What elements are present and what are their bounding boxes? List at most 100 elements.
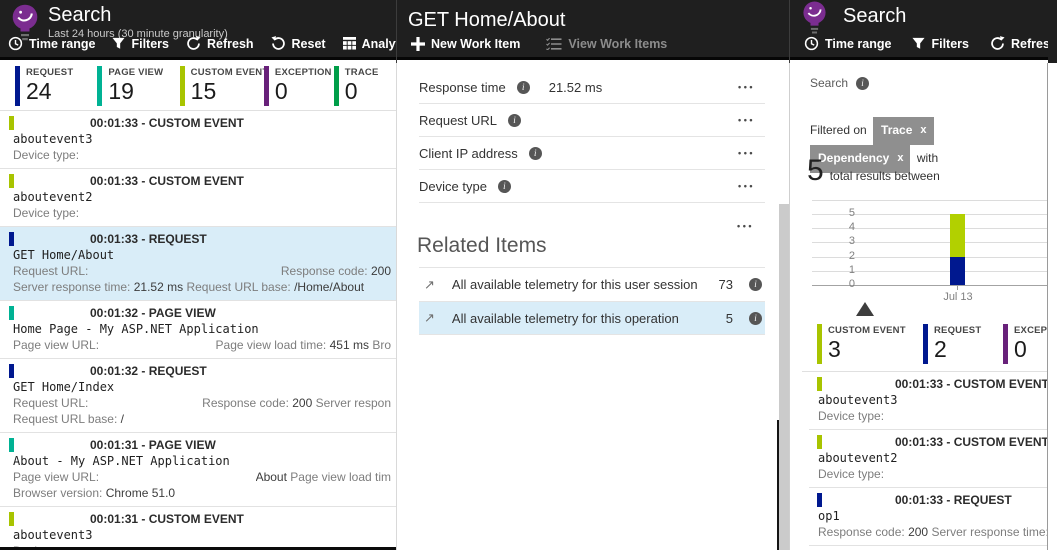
info-icon[interactable] [749, 278, 762, 291]
telemetry-item[interactable]: 00:01:33 - CUSTOM EVENT aboutevent3 Device… [809, 372, 1048, 430]
toolbar-refresh[interactable]: Refresh [186, 36, 254, 51]
toolbar-filters[interactable]: Filters [912, 37, 969, 51]
clock-icon [8, 36, 23, 51]
telemetry-item[interactable]: 00:01:33 - REQUEST op1 Response code: 200 … [809, 488, 1048, 546]
related-item-row[interactable]: ↗ All available telemetry for this operat… [419, 301, 765, 335]
info-icon[interactable] [856, 76, 870, 90]
count-tile-exception[interactable]: EXCEPTION0 [1003, 324, 1048, 364]
refresh-icon [990, 36, 1005, 51]
info-icon[interactable] [516, 80, 530, 94]
item-detail-row: Request URL base: / [0, 411, 391, 427]
remove-filter-icon[interactable]: x [920, 119, 926, 142]
count-value: 0 [344, 78, 358, 104]
chart-x-label: Jul 13 [943, 291, 973, 303]
telemetry-item[interactable] [809, 546, 1048, 550]
more-options-icon[interactable]: ••• [738, 148, 755, 158]
telemetry-item[interactable]: 00:01:32 - REQUEST GET Home/Index Request … [0, 359, 397, 433]
count-value: 2 [934, 336, 947, 362]
detail-label: Request URL: [13, 396, 89, 410]
detail-label: Request URL: [13, 264, 89, 278]
more-options-icon[interactable]: ••• [738, 115, 755, 125]
more-options-icon[interactable]: ••• [738, 82, 755, 92]
detail-left: Request URL: [13, 395, 88, 411]
item-detail-row: Device type: [0, 205, 391, 221]
info-icon[interactable] [508, 113, 522, 127]
property-row-device-type: Device type ••• [419, 170, 765, 203]
info-icon[interactable] [749, 311, 762, 325]
type-color-bar [9, 364, 14, 378]
detail-left: Request URL base: / [13, 411, 124, 427]
chart-bar-request[interactable] [950, 256, 965, 285]
count-label: REQUEST [26, 67, 74, 78]
info-icon[interactable] [528, 146, 542, 160]
telemetry-item[interactable]: 00:01:31 - CUSTOM EVENTaboutevent3Device… [0, 507, 397, 550]
toolbar-refresh[interactable]: Refresh [990, 36, 1048, 51]
item-name: aboutevent3 [13, 132, 93, 146]
detail-value: 451 ms [329, 338, 369, 352]
count-label: EXCEPTION [274, 67, 332, 78]
total-results-count: 5 [807, 154, 824, 187]
more-options-icon[interactable]: ••• [738, 181, 755, 191]
item-name: GET Home/About [13, 248, 115, 262]
chart-bar-custom-event[interactable] [950, 214, 965, 257]
blade-header: Search Last 24 hours (30 minute granular… [0, 0, 397, 60]
telemetry-item[interactable]: 00:01:33 - CUSTOM EVENT aboutevent2 Device… [809, 430, 1048, 488]
funnel-icon [912, 37, 926, 50]
telemetry-item[interactable]: 00:01:33 - CUSTOM EVENT aboutevent2 Device… [0, 169, 397, 227]
clock-icon [804, 36, 819, 51]
toolbar-new-work-item[interactable]: New Work Item [411, 37, 520, 51]
item-detail-row: Browser version: Chrome 51.0 [0, 485, 391, 501]
detail-label: Server response time: [931, 525, 1048, 539]
funnel-icon [112, 37, 126, 50]
next-blade-sliver [1048, 63, 1057, 550]
count-tile-custom-event[interactable]: CUSTOM EVENT 3 [817, 324, 923, 364]
telemetry-item[interactable]: 00:01:32 - PAGE VIEW Home Page - My ASP.N… [0, 301, 397, 359]
filter-chip-trace[interactable]: Trace x [873, 117, 934, 145]
count-tile-page-view[interactable]: PAGE VIEW 19 [97, 66, 179, 106]
property-label: Request URL [419, 112, 498, 128]
telemetry-item[interactable]: 00:01:33 - CUSTOM EVENT aboutevent3 Device… [0, 111, 397, 169]
toolbar-analytics[interactable]: Analytics [342, 37, 397, 51]
item-detail-row: Device type: [809, 408, 1048, 424]
property-label: Client IP address [419, 145, 518, 161]
count-tile-exception[interactable]: EXCEPTION0 [263, 66, 334, 106]
property-row-request-url: Request URL ••• [419, 104, 765, 137]
related-item-row[interactable]: ↗ All available telemetry for this user s… [419, 267, 765, 301]
related-items-heading: Related Items [417, 234, 547, 257]
triangle-up-icon[interactable] [856, 302, 874, 316]
property-label: Response time [419, 79, 506, 95]
telemetry-item[interactable]: 00:01:31 - PAGE VIEW About - My ASP.NET A… [0, 433, 397, 507]
toolbar-reset[interactable]: Reset [271, 36, 326, 51]
item-header: 00:01:33 - REQUEST [90, 232, 207, 246]
telemetry-item[interactable]: 00:01:33 - REQUEST GET Home/About Request … [0, 227, 397, 301]
item-header: 00:01:33 - CUSTOM EVENT [90, 116, 244, 130]
info-icon[interactable] [497, 179, 511, 193]
item-detail-row: Device type: [809, 466, 1048, 482]
toolbar-item-label: Refresh [206, 36, 254, 51]
detail-left: Device type: [818, 466, 884, 482]
analytics-icon [342, 37, 356, 50]
detail-label: Page view URL: [13, 470, 100, 484]
chart-y-tick-label: 2 [848, 249, 855, 262]
count-label: CUSTOM EVENT [828, 325, 906, 336]
toolbar-time-range[interactable]: Time range [804, 36, 891, 51]
toolbar-view-work-items[interactable]: View Work Items [546, 37, 667, 51]
count-tile-trace[interactable]: TRACE 0 [333, 66, 397, 106]
telemetry-result-list: 00:01:33 - CUSTOM EVENT aboutevent3 Device… [809, 372, 1048, 550]
item-detail-row: Request URL: Response code: 200 Server re… [0, 395, 391, 411]
header-divider [396, 0, 397, 63]
item-header: 00:01:33 - REQUEST [895, 493, 1012, 507]
count-value: 3 [828, 336, 841, 362]
count-tile-request[interactable]: REQUEST 2 [923, 324, 1003, 364]
type-color-bar [817, 435, 822, 449]
toolbar-item-label: Filters [931, 36, 969, 51]
property-label: Device type [419, 178, 487, 194]
toolbar-item-label: New Work Item [431, 37, 521, 51]
count-text: CUSTOM EVENT 15 [191, 66, 264, 106]
more-options-icon[interactable]: ••• [737, 221, 754, 231]
toolbar-time-range[interactable]: Time range [8, 36, 95, 51]
chart-y-tick-label: 3 [848, 235, 855, 248]
count-tile-request[interactable]: REQUEST 24 [15, 66, 97, 106]
count-tile-custom-event[interactable]: CUSTOM EVENT 15 [179, 66, 264, 106]
toolbar-filters[interactable]: Filters [112, 37, 169, 51]
